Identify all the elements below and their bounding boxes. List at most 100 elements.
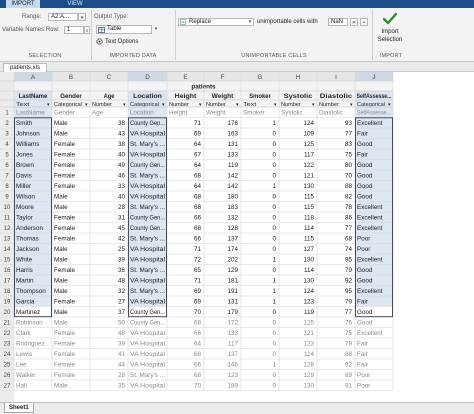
cell[interactable]: VA Hospital: [130, 341, 165, 348]
cell[interactable]: 130: [303, 257, 314, 264]
cell[interactable]: 79: [345, 299, 353, 306]
selected-cell[interactable]: Williams: [16, 141, 39, 148]
cell[interactable]: 45: [118, 225, 126, 232]
cell[interactable]: 93: [345, 120, 353, 127]
cell[interactable]: Male: [54, 120, 68, 127]
cell[interactable]: Male: [54, 309, 68, 316]
selected-cell[interactable]: Good: [357, 162, 373, 169]
cell[interactable]: 123: [303, 341, 314, 348]
cell[interactable]: 48: [118, 330, 126, 337]
cell[interactable]: VA Hospital: [130, 330, 165, 337]
variable-name[interactable]: Age: [104, 93, 115, 100]
cell[interactable]: 88: [345, 351, 353, 358]
cell[interactable]: 133: [227, 330, 238, 337]
cell[interactable]: 38: [118, 120, 126, 127]
cell[interactable]: 92: [345, 362, 353, 369]
cell[interactable]: Hall: [16, 383, 27, 390]
cell[interactable]: 119: [304, 309, 315, 316]
cell[interactable]: 70: [194, 383, 202, 390]
cell[interactable]: 68: [194, 372, 202, 379]
cell[interactable]: Male: [54, 246, 68, 253]
cell[interactable]: 0: [272, 152, 276, 159]
cell[interactable]: 130: [303, 183, 314, 190]
cell[interactable]: 68: [194, 225, 202, 232]
cell[interactable]: 64: [194, 341, 202, 348]
cell[interactable]: 91: [345, 383, 353, 390]
cell[interactable]: 28: [118, 372, 126, 379]
cell[interactable]: Poor: [357, 372, 370, 379]
selected-cell[interactable]: Excellent: [357, 288, 383, 295]
cell[interactable]: 115: [304, 236, 315, 243]
cell[interactable]: 0: [272, 141, 276, 148]
cell[interactable]: 1: [272, 288, 276, 295]
cell[interactable]: 117: [228, 341, 239, 348]
cell[interactable]: Rodriguez: [16, 341, 45, 348]
selected-cell[interactable]: Brown: [16, 162, 34, 169]
selected-cell[interactable]: VA Hospital: [130, 194, 165, 201]
selected-cell[interactable]: Good: [357, 278, 373, 285]
variable-name[interactable]: Weight: [212, 93, 235, 100]
variable-name[interactable]: Location: [133, 93, 162, 100]
cell[interactable]: 121: [303, 173, 314, 180]
cell[interactable]: 137: [227, 236, 238, 243]
cell[interactable]: 172: [227, 320, 238, 327]
cell[interactable]: VA Hospital: [130, 383, 165, 390]
cell[interactable]: 70: [194, 309, 202, 316]
cell[interactable]: 79: [345, 267, 353, 274]
selected-cell[interactable]: Davis: [16, 173, 32, 180]
cell[interactable]: 125: [303, 320, 314, 327]
cell[interactable]: 46: [118, 173, 126, 180]
cell[interactable]: 0: [272, 204, 276, 211]
cell[interactable]: 202: [227, 257, 238, 264]
selected-cell[interactable]: VA Hospital: [130, 131, 165, 138]
cell[interactable]: Female: [54, 173, 75, 180]
cell[interactable]: Female: [54, 299, 75, 306]
selected-cell[interactable]: Excellent: [357, 215, 383, 222]
cell[interactable]: 146: [227, 362, 238, 369]
cell[interactable]: Female: [54, 215, 75, 222]
cell[interactable]: 0: [272, 162, 276, 169]
cell[interactable]: Lewis: [16, 351, 32, 358]
cell[interactable]: 75: [345, 330, 353, 337]
cell[interactable]: 130: [303, 383, 314, 390]
cell[interactable]: Systolic: [281, 110, 303, 117]
selected-cell[interactable]: Excellent: [357, 225, 383, 232]
cell[interactable]: Female: [54, 141, 75, 148]
cell[interactable]: 38: [118, 141, 126, 148]
cell[interactable]: 1: [272, 299, 276, 306]
selected-cell[interactable]: Poor: [357, 236, 370, 243]
cell[interactable]: 114: [304, 267, 315, 274]
cell[interactable]: 72: [194, 257, 202, 264]
cell[interactable]: 95: [345, 288, 353, 295]
cell[interactable]: 71: [194, 278, 202, 285]
cell[interactable]: 1: [272, 183, 276, 190]
cell[interactable]: 71: [194, 120, 202, 127]
cell[interactable]: 122: [303, 162, 314, 169]
cell[interactable]: 92: [345, 278, 353, 285]
cell[interactable]: 67: [194, 152, 202, 159]
replace-dropdown[interactable]: Replace: [178, 18, 254, 26]
cell[interactable]: 179: [227, 309, 238, 316]
cell[interactable]: 133: [227, 152, 238, 159]
cell[interactable]: 142: [227, 173, 238, 180]
cell[interactable]: 180: [227, 194, 238, 201]
cell[interactable]: 183: [227, 204, 238, 211]
cell[interactable]: 76: [345, 320, 353, 327]
selected-cell[interactable]: County Gen...: [130, 215, 165, 222]
cell[interactable]: 0: [272, 267, 276, 274]
spreadsheet-grid[interactable]: A B C D E F G H I JpatientsLastName Gender Age Locat…: [0, 72, 474, 402]
cell[interactable]: Robinson: [16, 320, 43, 327]
tab-view[interactable]: VIEW: [62, 0, 88, 8]
variable-name[interactable]: Gender: [60, 93, 82, 100]
selected-cell[interactable]: County Gen...: [130, 120, 165, 127]
cell[interactable]: 95: [345, 257, 353, 264]
cell[interactable]: 181: [227, 278, 238, 285]
cell[interactable]: 36: [118, 267, 126, 274]
cell[interactable]: 118: [304, 215, 315, 222]
selected-cell[interactable]: Jackson: [16, 246, 40, 253]
selected-cell[interactable]: VA Hospital: [130, 257, 165, 264]
cell[interactable]: 124: [303, 120, 314, 127]
cell[interactable]: 119: [228, 162, 239, 169]
cell[interactable]: 68: [345, 236, 353, 243]
cell[interactable]: 39: [118, 257, 126, 264]
